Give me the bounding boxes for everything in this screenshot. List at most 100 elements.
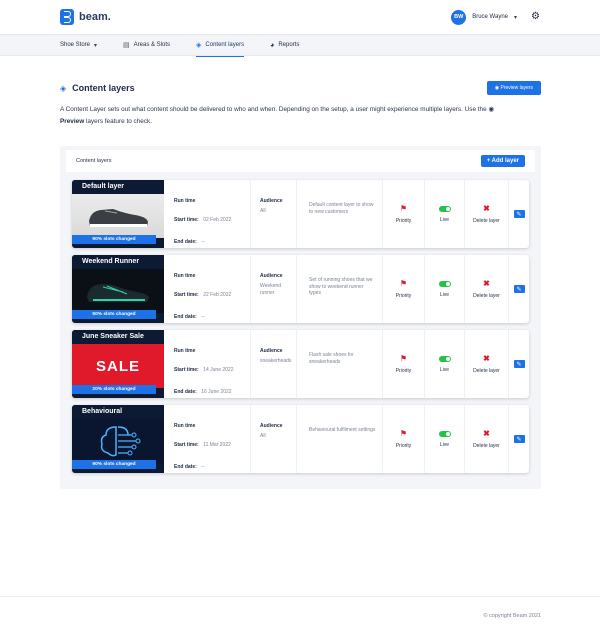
toggle-switch[interactable] — [438, 355, 451, 362]
slots-changed-badge: 90% slots changed — [72, 235, 156, 244]
chevron-down-icon: ▾ — [514, 14, 518, 21]
sale-banner-text: SALE — [95, 357, 140, 375]
live-toggle[interactable]: Live — [424, 330, 464, 398]
pencil-icon: ✎ — [516, 286, 522, 293]
close-icon: ✖ — [483, 203, 490, 213]
delete-label: Delete layer — [473, 367, 500, 374]
layer-card[interactable]: June Sneaker Sale SALE 20% slots changed… — [72, 330, 529, 398]
store-selector[interactable]: Shoe Store ▾ — [60, 34, 97, 56]
description-column: Default content layer to show to new cus… — [296, 180, 382, 248]
live-label: Live — [439, 216, 450, 223]
delete-layer-button[interactable]: ✖ Delete layer — [464, 330, 508, 398]
delete-layer-button[interactable]: ✖ Delete layer — [464, 180, 508, 248]
start-time-label: Start time: — [174, 292, 199, 298]
pencil-icon: ✎ — [516, 361, 522, 368]
audience-value: sneakerheads — [260, 358, 292, 364]
pencil-icon: ✎ — [516, 211, 522, 218]
nav-item-reports[interactable]: ◕ Reports — [270, 34, 299, 56]
edit-column: ✎ — [508, 255, 529, 323]
preview-layers-label: Preview layers — [500, 85, 533, 91]
edit-button[interactable]: ✎ — [513, 435, 525, 443]
copyright: © copyright Beam 2021 — [483, 613, 541, 619]
running-shoe-icon — [87, 284, 149, 302]
delete-label: Delete layer — [473, 442, 500, 449]
run-time-column: Run time Start time: 02 Feb 2022 End dat… — [164, 180, 250, 248]
chevron-down-icon: ▾ — [94, 42, 98, 49]
slots-changed-badge: 50% slots changed — [72, 310, 156, 319]
sale-banner: SALE — [72, 344, 164, 388]
layer-name: June Sneaker Sale — [72, 330, 164, 344]
end-date-label: End date: — [174, 389, 197, 395]
brain-circuit-icon — [100, 426, 141, 457]
toggle-switch[interactable] — [438, 205, 451, 212]
delete-layer-button[interactable]: ✖ Delete layer — [464, 255, 508, 323]
flag-icon: ⚑ — [399, 353, 408, 363]
audience-column: Audience Weekend runner — [250, 255, 296, 323]
live-toggle[interactable]: Live — [424, 405, 464, 473]
flag-icon: ⚑ — [399, 278, 408, 288]
start-time-label: Start time: — [174, 442, 199, 448]
panel-header: Content layers + Add layer — [66, 150, 535, 172]
sneaker-icon — [89, 209, 148, 227]
priority-label: Priority — [395, 367, 412, 374]
gear-icon[interactable]: ⚙ — [531, 12, 540, 22]
start-time-value: 02 Feb 2022 — [203, 217, 232, 223]
shoe-image — [72, 194, 164, 238]
end-date-value: -- — [201, 314, 205, 320]
slots-changed-badge: 20% slots changed — [72, 385, 156, 394]
live-label: Live — [439, 291, 450, 298]
start-time-label: Start time: — [174, 217, 199, 223]
layer-name: Default layer — [72, 180, 164, 194]
edit-column: ✎ — [508, 330, 529, 398]
edit-button[interactable]: ✎ — [513, 360, 525, 368]
live-toggle[interactable]: Live — [424, 255, 464, 323]
start-time-value: 11 Mar 2022 — [203, 442, 231, 448]
description-text: A Content Layer sets out what content sh… — [60, 106, 487, 113]
brain-image — [72, 419, 164, 463]
footer-divider — [0, 596, 600, 597]
close-icon: ✖ — [483, 353, 490, 363]
run-time-label: Run time — [174, 273, 196, 279]
add-layer-label: Add layer — [491, 158, 519, 164]
close-icon: ✖ — [483, 278, 490, 288]
panel-title: Content layers — [76, 158, 112, 164]
nav-item-content-layers[interactable]: ◈ Content layers — [196, 34, 245, 57]
run-time-column: Run time Start time: 14 June 2022 End da… — [164, 330, 250, 398]
edit-column: ✎ — [508, 405, 529, 473]
nav-item-areas-slots[interactable]: ▤ Areas & Slots — [123, 34, 170, 56]
add-layer-button[interactable]: + Add layer — [480, 155, 525, 167]
audience-value: All — [260, 433, 266, 439]
start-time-value: 14 June 2022 — [203, 367, 234, 373]
logo[interactable]: beam. — [60, 9, 111, 25]
preview-layers-button[interactable]: ◉ Preview layers — [486, 81, 541, 95]
avatar: BW — [451, 9, 467, 25]
delete-layer-button[interactable]: ✖ Delete layer — [464, 405, 508, 473]
description-text-end: layers feature to check. — [85, 118, 153, 125]
audience-label: Audience — [260, 198, 283, 204]
layer-description: Flash sale shoes for sneakerheads — [309, 352, 354, 365]
toggle-switch[interactable] — [438, 280, 451, 287]
layer-card[interactable]: Behavioural 90% slots changed Run time S… — [72, 405, 529, 473]
layer-thumbnail: Default layer 90% slots changed — [72, 180, 164, 248]
plus-icon: + — [486, 158, 491, 164]
end-date-label: End date: — [174, 314, 197, 320]
beam-logo-icon — [60, 9, 74, 25]
edit-button[interactable]: ✎ — [513, 210, 525, 218]
edit-button[interactable]: ✎ — [513, 285, 525, 293]
pie-chart-icon: ◕ — [270, 41, 275, 49]
layer-card[interactable]: Default layer 90% slots changed Run time… — [72, 180, 529, 248]
priority-button[interactable]: ⚑ Priority — [382, 405, 424, 473]
priority-button[interactable]: ⚑ Priority — [382, 180, 424, 248]
layer-card[interactable]: Weekend Runner 50% slots changed Run tim… — [72, 255, 529, 323]
layer-thumbnail: Weekend Runner 50% slots changed — [72, 255, 164, 323]
priority-button[interactable]: ⚑ Priority — [382, 330, 424, 398]
audience-label: Audience — [260, 423, 283, 429]
live-toggle[interactable]: Live — [424, 180, 464, 248]
toggle-switch[interactable] — [438, 430, 451, 437]
layers-icon: ◈ — [196, 42, 202, 49]
grid-icon: ▤ — [123, 42, 130, 49]
flag-icon: ⚑ — [399, 203, 408, 213]
priority-button[interactable]: ⚑ Priority — [382, 255, 424, 323]
user-menu[interactable]: BW Bruce Wayne ▾ — [451, 9, 518, 25]
description-column: Behavioural fulfilment settings — [296, 405, 382, 473]
